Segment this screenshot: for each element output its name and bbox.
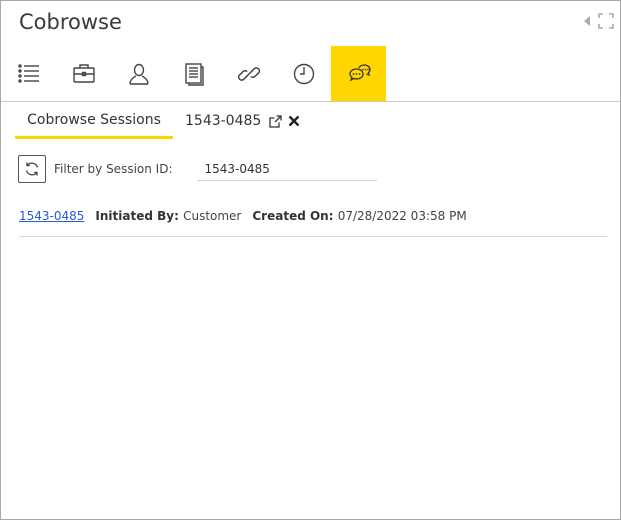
tool-list[interactable] (1, 46, 56, 102)
created-on-value: 07/28/2022 03:58 PM (337, 209, 467, 223)
filter-label: Filter by Session ID: (54, 162, 173, 176)
toolbar (1, 46, 620, 102)
tab-bar: Cobrowse Sessions 1543-0485 (15, 103, 300, 139)
session-row: 1543-0485 Initiated By: Customer Created… (19, 209, 607, 237)
panel-title: Cobrowse (19, 10, 122, 34)
tool-link[interactable] (221, 46, 276, 102)
tool-user[interactable] (111, 46, 166, 102)
tab-cobrowse-sessions[interactable]: Cobrowse Sessions (15, 103, 173, 139)
tool-history[interactable] (276, 46, 331, 102)
tab-session-label: 1543-0485 (185, 113, 262, 129)
user-icon (128, 63, 149, 85)
document-icon (184, 63, 204, 86)
expand-icon[interactable] (598, 13, 614, 29)
chat-bubbles-icon (348, 64, 371, 82)
session-id-filter-input[interactable] (196, 157, 377, 181)
cobrowse-panel: Cobrowse Cobrowse Sessions 1543-0485 Fil… (0, 0, 621, 520)
briefcase-icon (72, 64, 95, 83)
session-id-link[interactable]: 1543-0485 (19, 209, 84, 223)
close-icon[interactable] (288, 115, 300, 127)
filter-bar: Filter by Session ID: (18, 155, 377, 183)
created-on-label: Created On: (252, 209, 338, 223)
tool-briefcase[interactable] (56, 46, 111, 102)
initiated-by-label: Initiated By: (95, 209, 184, 223)
tab-cobrowse-sessions-label: Cobrowse Sessions (27, 111, 161, 128)
tool-document[interactable] (166, 46, 221, 102)
link-icon (237, 67, 260, 81)
refresh-button[interactable] (18, 155, 46, 183)
toolbar-divider (1, 101, 620, 102)
clock-icon (293, 63, 314, 85)
list-icon (17, 64, 39, 83)
collapse-arrow-icon[interactable] (584, 16, 590, 26)
initiated-by: Initiated By: Customer (95, 209, 241, 223)
external-link-icon[interactable] (269, 114, 282, 128)
created-on: Created On: 07/28/2022 03:58 PM (252, 209, 466, 223)
initiated-by-value: Customer (183, 209, 242, 223)
window-controls (584, 13, 614, 29)
refresh-icon (25, 162, 39, 176)
tab-session[interactable]: 1543-0485 (185, 103, 300, 139)
tool-cobrowse[interactable] (331, 46, 386, 102)
